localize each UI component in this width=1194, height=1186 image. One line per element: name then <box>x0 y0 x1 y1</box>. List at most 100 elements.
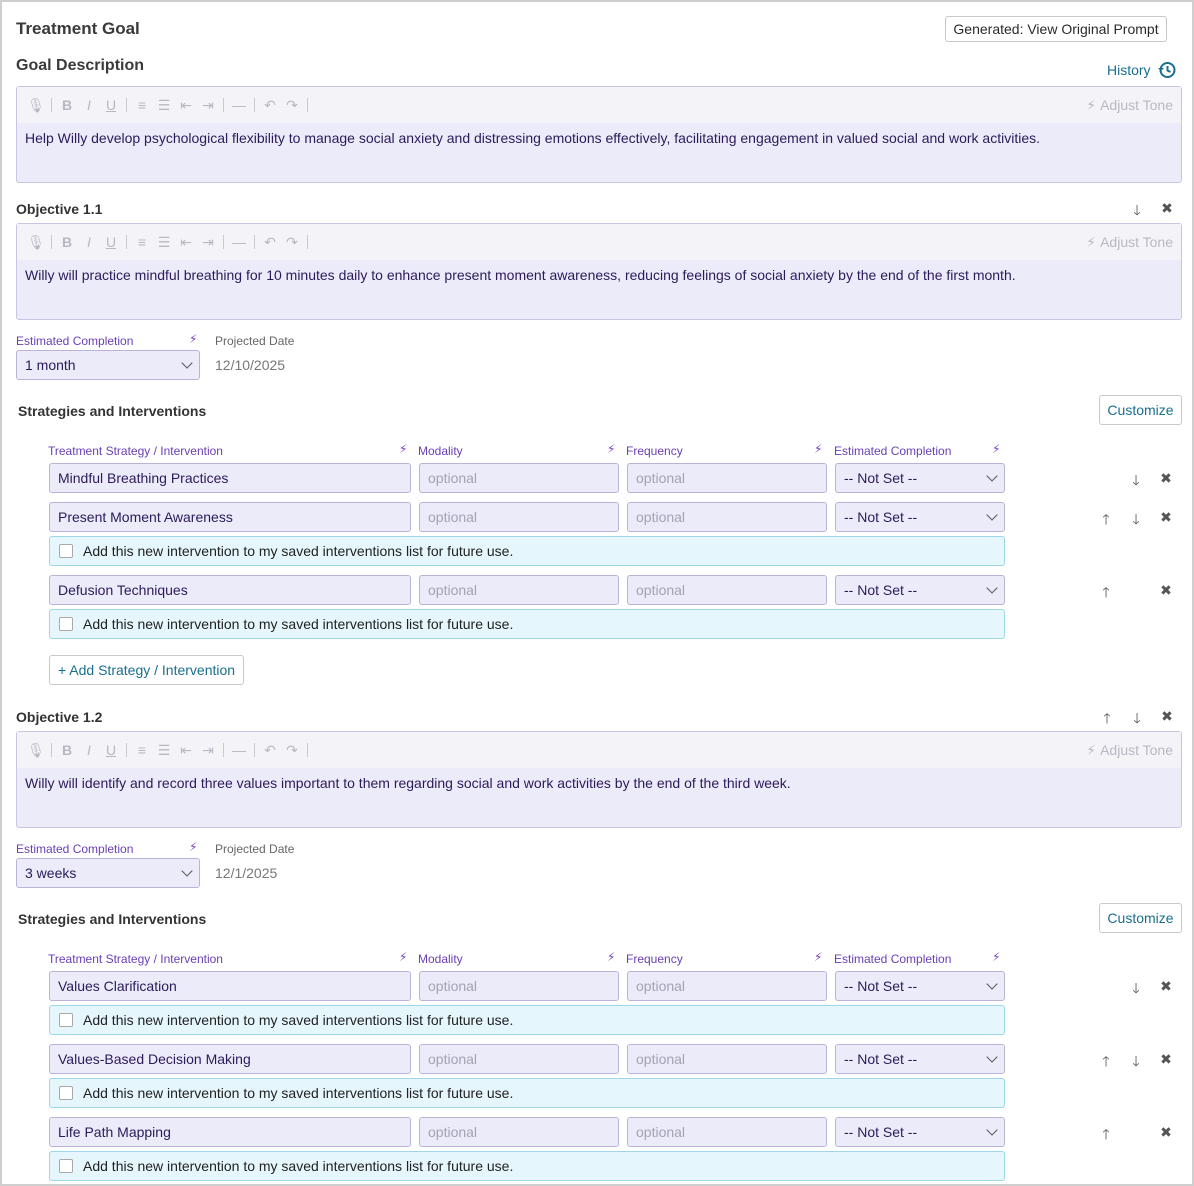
modality-input[interactable]: optional <box>419 502 619 532</box>
remove-icon[interactable]: ✖ <box>1158 470 1174 487</box>
save-checkbox[interactable] <box>59 617 73 631</box>
bolt-icon[interactable]: ⚡ <box>814 442 822 456</box>
modality-input[interactable]: optional <box>419 1044 619 1074</box>
underline-icon[interactable]: U <box>100 742 122 758</box>
bullet-list-icon[interactable]: ☰ <box>153 742 175 759</box>
strategy-input[interactable]: Life Path Mapping <box>49 1117 411 1147</box>
redo-icon[interactable]: ↷ <box>281 97 303 114</box>
microphone-icon[interactable]: 🎙 <box>25 97 47 114</box>
redo-icon[interactable]: ↷ <box>281 234 303 251</box>
objective-editor[interactable]: 🎙 B I U ≡ ☰ ⇤ ⇥ — ↶ ↷ ⚡ Adjust Tone Willy… <box>16 223 1182 320</box>
modality-input[interactable]: optional <box>419 971 619 1001</box>
history-link[interactable]: History <box>1107 60 1177 80</box>
horizontal-rule-icon[interactable]: — <box>228 742 250 758</box>
estimated-completion-select[interactable]: 3 weeks <box>16 858 200 888</box>
italic-icon[interactable]: I <box>78 234 100 250</box>
move-up-icon[interactable]: 🡑 <box>1098 1124 1114 1148</box>
frequency-input[interactable]: optional <box>627 1044 827 1074</box>
outdent-icon[interactable]: ⇤ <box>175 234 197 251</box>
save-checkbox[interactable] <box>59 544 73 558</box>
bolt-icon[interactable]: ⚡ <box>399 442 407 456</box>
move-up-icon[interactable]: 🡑 <box>1098 582 1114 606</box>
add-strategy-button[interactable]: + Add Strategy / Intervention <box>49 655 245 685</box>
bolt-icon[interactable]: ⚡ <box>399 950 407 964</box>
completion-select[interactable]: -- Not Set -- <box>835 971 1005 1001</box>
bolt-icon[interactable]: ⚡ <box>607 442 615 456</box>
redo-icon[interactable]: ↷ <box>281 742 303 759</box>
bolt-icon[interactable]: ⚡ <box>607 950 615 964</box>
bolt-icon[interactable]: ⚡ <box>992 950 1000 964</box>
remove-icon[interactable]: ✖ <box>1158 978 1174 995</box>
bold-icon[interactable]: B <box>56 742 78 758</box>
italic-icon[interactable]: I <box>78 742 100 758</box>
save-intervention-row[interactable]: Add this new intervention to my saved in… <box>49 1078 1005 1108</box>
indent-icon[interactable]: ⇥ <box>197 234 219 251</box>
remove-icon[interactable]: ✖ <box>1158 509 1174 526</box>
bold-icon[interactable]: B <box>56 234 78 250</box>
move-down-icon[interactable]: 🡓 <box>1129 708 1145 732</box>
italic-icon[interactable]: I <box>78 97 100 113</box>
indent-icon[interactable]: ⇥ <box>197 97 219 114</box>
remove-icon[interactable]: ✖ <box>1158 582 1174 599</box>
move-down-icon[interactable]: 🡓 <box>1128 470 1144 494</box>
bullet-list-icon[interactable]: ☰ <box>153 97 175 114</box>
undo-icon[interactable]: ↶ <box>259 97 281 114</box>
move-up-icon[interactable]: 🡑 <box>1099 708 1115 732</box>
horizontal-rule-icon[interactable]: — <box>228 234 250 250</box>
completion-select[interactable]: -- Not Set -- <box>835 502 1005 532</box>
bold-icon[interactable]: B <box>56 97 78 113</box>
horizontal-rule-icon[interactable]: — <box>228 97 250 113</box>
move-down-icon[interactable]: 🡓 <box>1128 509 1144 533</box>
save-intervention-row[interactable]: Add this new intervention to my saved in… <box>49 536 1005 566</box>
objective-text[interactable]: Willy will practice mindful breathing fo… <box>17 260 1181 284</box>
move-up-icon[interactable]: 🡑 <box>1098 1051 1114 1075</box>
strategy-input[interactable]: Mindful Breathing Practices <box>49 463 411 493</box>
adjust-tone-button[interactable]: ⚡ Adjust Tone <box>1086 234 1173 251</box>
remove-icon[interactable]: ✖ <box>1158 1124 1174 1141</box>
save-checkbox[interactable] <box>59 1159 73 1173</box>
frequency-input[interactable]: optional <box>627 463 827 493</box>
frequency-input[interactable]: optional <box>627 502 827 532</box>
indent-icon[interactable]: ⇥ <box>197 742 219 759</box>
save-intervention-row[interactable]: Add this new intervention to my saved in… <box>49 609 1005 639</box>
bolt-icon[interactable]: ⚡ <box>814 950 822 964</box>
microphone-icon[interactable]: 🎙 <box>25 742 47 759</box>
goal-editor[interactable]: 🎙 B I U ≡ ☰ ⇤ ⇥ — ↶ ↷ ⚡ Adjust Tone Help … <box>16 86 1182 183</box>
completion-select[interactable]: -- Not Set -- <box>835 463 1005 493</box>
microphone-icon[interactable]: 🎙 <box>25 234 47 251</box>
adjust-tone-button[interactable]: ⚡ Adjust Tone <box>1086 97 1173 114</box>
strategy-input[interactable]: Values-Based Decision Making <box>49 1044 411 1074</box>
objective-text[interactable]: Willy will identify and record three val… <box>17 768 1181 792</box>
save-checkbox[interactable] <box>59 1013 73 1027</box>
undo-icon[interactable]: ↶ <box>259 234 281 251</box>
save-checkbox[interactable] <box>59 1086 73 1100</box>
bullet-list-icon[interactable]: ☰ <box>153 234 175 251</box>
move-down-icon[interactable]: 🡓 <box>1129 200 1145 224</box>
strategy-input[interactable]: Defusion Techniques <box>49 575 411 605</box>
view-original-prompt-button[interactable]: Generated: View Original Prompt <box>945 16 1167 42</box>
customize-button[interactable]: Customize <box>1099 903 1182 933</box>
estimated-completion-select[interactable]: 1 month <box>16 350 200 380</box>
move-up-icon[interactable]: 🡑 <box>1098 509 1114 533</box>
move-down-icon[interactable]: 🡓 <box>1128 978 1144 1002</box>
strategy-input[interactable]: Present Moment Awareness <box>49 502 411 532</box>
strategy-input[interactable]: Values Clarification <box>49 971 411 1001</box>
save-intervention-row[interactable]: Add this new intervention to my saved in… <box>49 1151 1005 1181</box>
completion-select[interactable]: -- Not Set -- <box>835 575 1005 605</box>
goal-text[interactable]: Help Willy develop psychological flexibi… <box>17 123 1181 147</box>
modality-input[interactable]: optional <box>419 463 619 493</box>
outdent-icon[interactable]: ⇤ <box>175 97 197 114</box>
numbered-list-icon[interactable]: ≡ <box>131 234 153 250</box>
bolt-icon[interactable]: ⚡ <box>189 332 197 346</box>
move-down-icon[interactable]: 🡓 <box>1128 1051 1144 1075</box>
underline-icon[interactable]: U <box>100 234 122 250</box>
objective-editor[interactable]: 🎙 B I U ≡ ☰ ⇤ ⇥ — ↶ ↷ ⚡ Adjust Tone Willy… <box>16 731 1182 828</box>
frequency-input[interactable]: optional <box>627 971 827 1001</box>
remove-icon[interactable]: ✖ <box>1159 200 1175 217</box>
bolt-icon[interactable]: ⚡ <box>189 840 197 854</box>
modality-input[interactable]: optional <box>419 1117 619 1147</box>
undo-icon[interactable]: ↶ <box>259 742 281 759</box>
adjust-tone-button[interactable]: ⚡ Adjust Tone <box>1086 742 1173 759</box>
outdent-icon[interactable]: ⇤ <box>175 742 197 759</box>
frequency-input[interactable]: optional <box>627 1117 827 1147</box>
